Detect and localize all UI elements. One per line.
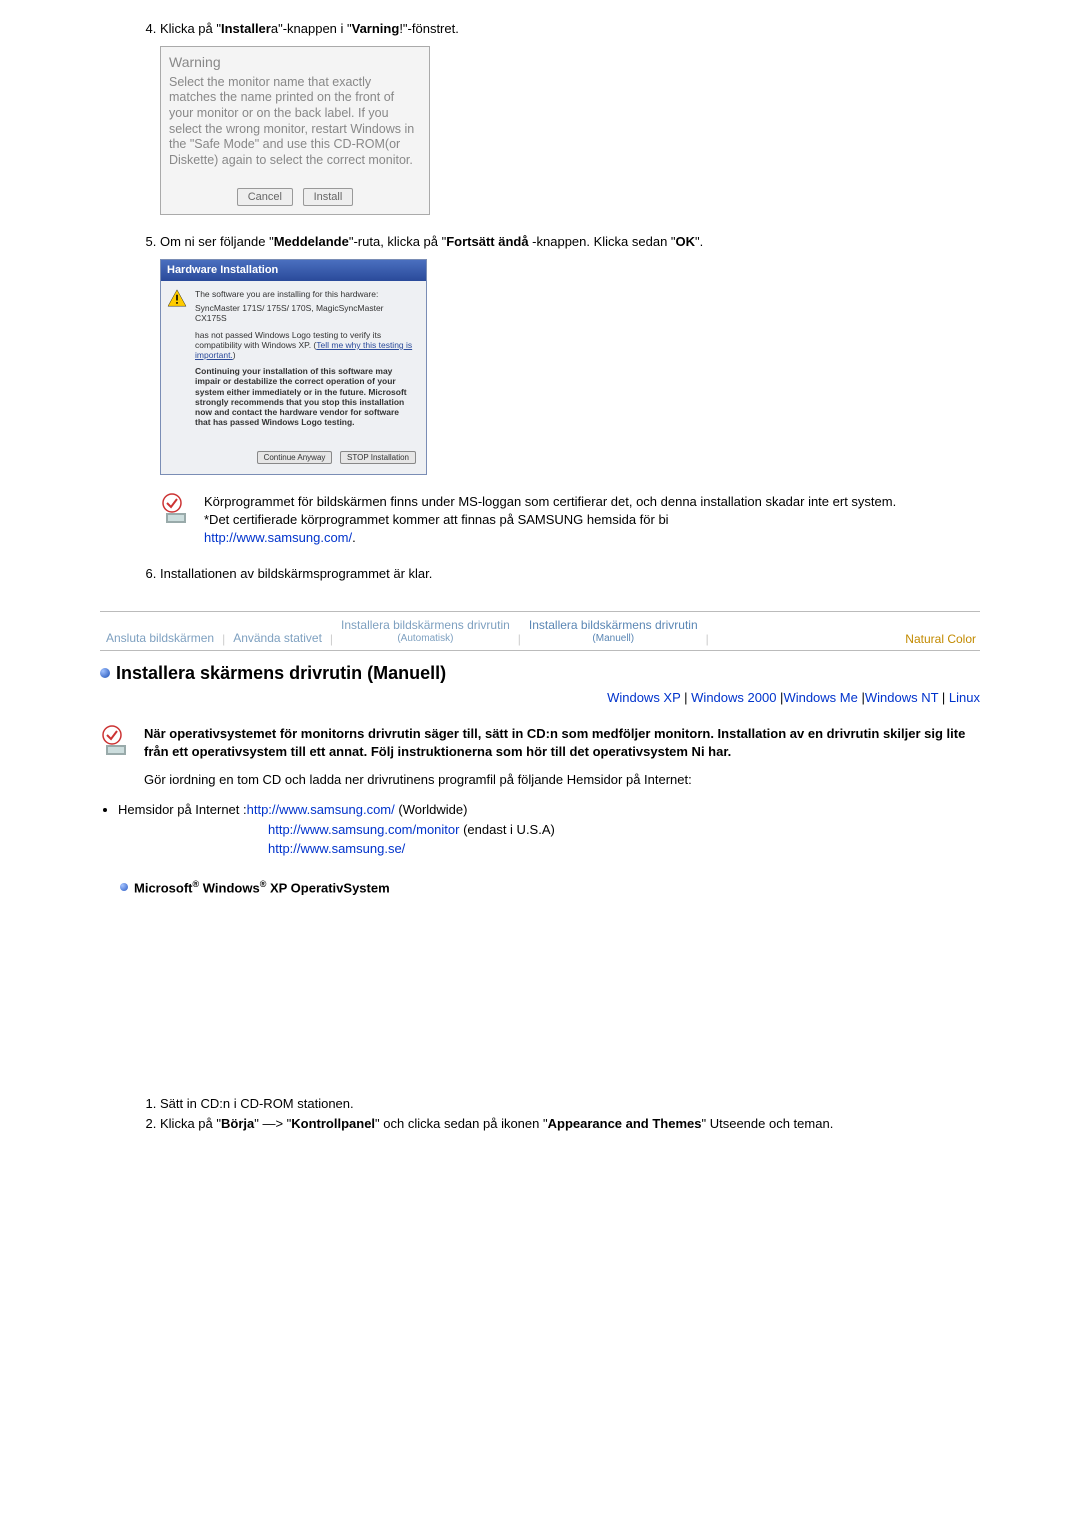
tab-install-driver-auto[interactable]: Installera bildskärmens drivrutin(Automa… [335,618,516,646]
warning-icon [167,289,187,307]
step-5: Om ni ser följande "Meddelande"-ruta, kl… [160,233,980,548]
xp-step-2: Klicka på "Börja" —> "Kontrollpanel" och… [160,1115,980,1133]
install-button[interactable]: Install [303,188,354,206]
internet-sites-item: Hemsidor på Internet :http://www.samsung… [118,801,980,858]
link-linux[interactable]: Linux [949,690,980,705]
tab-connect-monitor[interactable]: Ansluta bildskärmen [100,631,220,646]
link-windows-xp[interactable]: Windows XP [607,690,680,705]
os-links: Windows XP | Windows 2000 |Windows Me |W… [100,690,980,705]
checkmark-monitor-icon [100,725,134,759]
stop-installation-button[interactable]: STOP Installation [340,451,416,464]
samsung-link[interactable]: http://www.samsung.com/ [204,530,352,545]
continue-anyway-button[interactable]: Continue Anyway [257,451,333,464]
tab-natural-color[interactable]: Natural Color [905,632,980,646]
intro-text: När operativsystemet för monitorns drivr… [144,725,980,790]
tab-install-driver-manual[interactable]: Installera bildskärmens drivrutin(Manuel… [523,618,704,646]
tabs-row: Ansluta bildskärmen | Använda stativet |… [100,612,980,651]
certification-note: Körprogrammet för bildskärmen finns unde… [204,493,980,548]
checkmark-monitor-icon [160,493,194,527]
link-windows-nt[interactable]: Windows NT [865,690,938,705]
section-title: Installera skärmens drivrutin (Manuell) [100,663,980,684]
hardware-installation-dialog: Hardware Installation The software you a… [160,259,427,475]
step-6: Installationen av bildskärmsprogrammet ä… [160,565,980,583]
tab-use-stand[interactable]: Använda stativet [227,631,328,646]
link-windows-2000[interactable]: Windows 2000 [691,690,776,705]
hw-dialog-title: Hardware Installation [161,260,426,281]
samsung-monitor-link[interactable]: http://www.samsung.com/monitor [268,822,459,837]
xp-step-1: Sätt in CD:n i CD-ROM stationen. [160,1095,980,1113]
windows-xp-heading: Microsoft® Windows® XP OperativSystem [120,879,980,895]
cancel-button[interactable]: Cancel [237,188,293,206]
samsung-worldwide-link[interactable]: http://www.samsung.com/ [247,802,395,817]
link-windows-me[interactable]: Windows Me [783,690,857,705]
warning-title: Warning [169,53,421,73]
bullet-icon [100,668,110,678]
step-4: Klicka på "Installera"-knappen i "Varnin… [160,20,980,215]
bullet-icon [120,883,128,891]
warning-body: Select the monitor name that exactly mat… [169,75,421,169]
samsung-se-link[interactable]: http://www.samsung.se/ [268,841,405,856]
warning-dialog: Warning Select the monitor name that exa… [160,46,430,214]
